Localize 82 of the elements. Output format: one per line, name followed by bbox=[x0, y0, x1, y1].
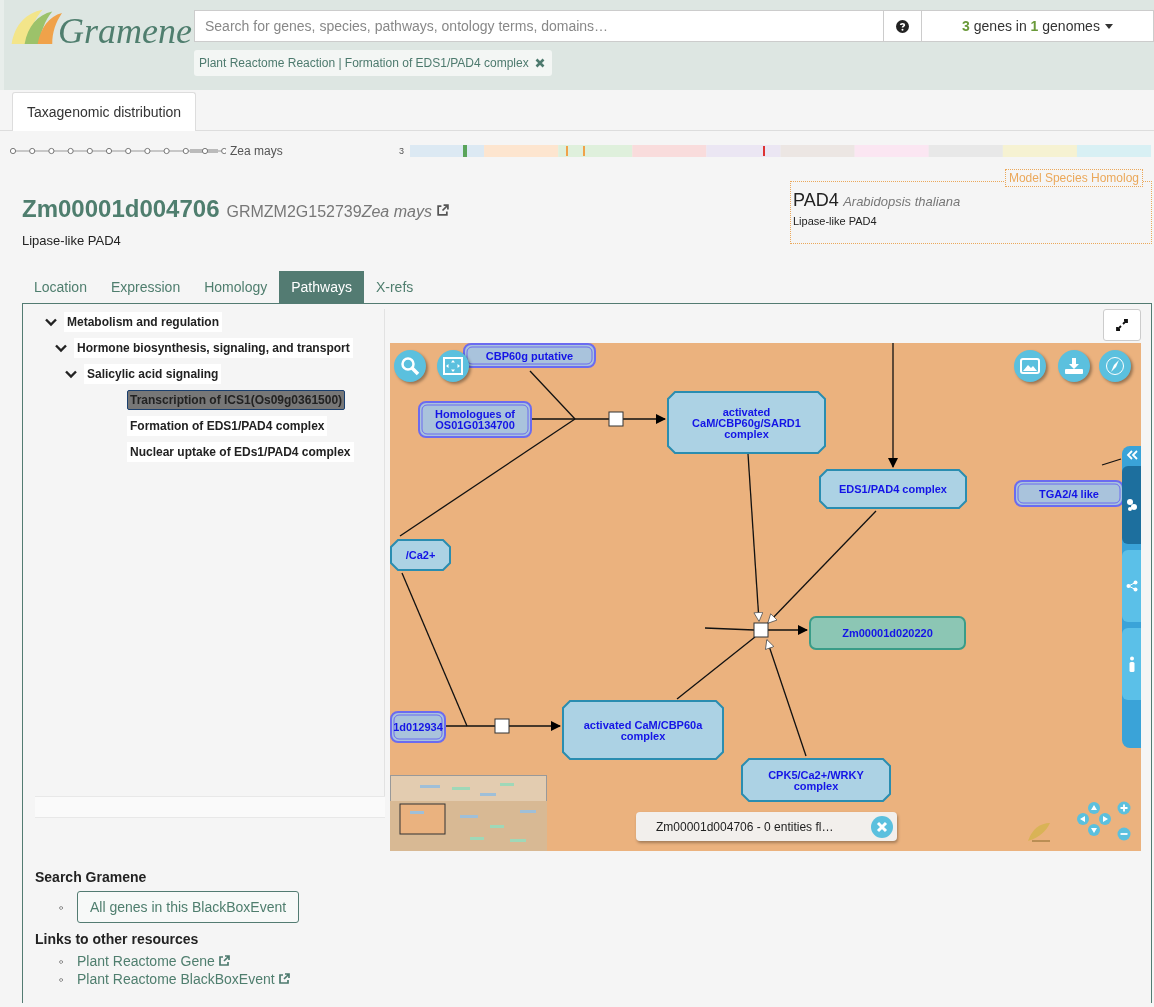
collapse-icon[interactable] bbox=[1125, 450, 1138, 460]
help-icon bbox=[896, 19, 909, 33]
close-icon bbox=[876, 820, 888, 833]
homolog-badge: Model Species Homolog bbox=[1004, 169, 1143, 187]
diagram-node[interactable]: Homologues of OS01G0134700 bbox=[418, 401, 532, 438]
external-link-icon[interactable] bbox=[435, 204, 449, 217]
expand-icon bbox=[1115, 318, 1129, 332]
diagram-node[interactable]: EDS1/PAD4 complex bbox=[819, 469, 967, 509]
genes-dropdown[interactable]: 3 genes in 1 genomes bbox=[922, 10, 1154, 42]
search-genes-button[interactable]: All genes in this BlackBoxEvent bbox=[77, 891, 300, 923]
tab[interactable]: Homology bbox=[192, 271, 280, 303]
species-label: Zea mays bbox=[230, 144, 284, 158]
resource-link[interactable]: Plant Reactome BlackBoxEvent bbox=[77, 971, 275, 987]
info-icon bbox=[1127, 656, 1136, 672]
chevron-icon[interactable] bbox=[65, 369, 77, 379]
molecules-icon bbox=[1125, 497, 1138, 513]
bullet: ◦ bbox=[59, 953, 65, 969]
filter-label: Plant Reactome Reaction | Formation of EDS1/PAD4 complex bbox=[199, 56, 529, 70]
download-icon bbox=[1064, 357, 1084, 375]
fit-screen-icon bbox=[443, 357, 463, 375]
reaction-node[interactable] bbox=[753, 622, 769, 638]
gene-id: Zm00001d004706 bbox=[22, 195, 220, 223]
tab[interactable]: X-refs bbox=[363, 271, 426, 303]
diagram-node[interactable]: 1d012934 bbox=[390, 711, 446, 743]
compass-button[interactable] bbox=[1099, 350, 1131, 382]
fullscreen-button[interactable] bbox=[1103, 309, 1141, 341]
compass-icon bbox=[1105, 356, 1125, 376]
diagram-node[interactable]: activated CaM/CBP60g/SARD1 complex bbox=[667, 391, 826, 454]
fit-screen-button[interactable] bbox=[437, 350, 469, 382]
share-icon bbox=[1125, 580, 1138, 592]
image-icon bbox=[1020, 357, 1040, 375]
homolog-species: Arabidopsis thaliana bbox=[843, 194, 961, 209]
tab[interactable]: Location bbox=[22, 271, 99, 303]
gene-count: 3 bbox=[399, 146, 405, 156]
tree-item[interactable]: Metabolism and regulation bbox=[64, 312, 222, 332]
logo-text[interactable]: Gramene bbox=[58, 10, 192, 52]
reaction-node[interactable] bbox=[608, 411, 624, 427]
tab[interactable]: Taxagenomic distribution bbox=[12, 92, 197, 131]
search-button[interactable] bbox=[394, 350, 426, 382]
reaction-node[interactable] bbox=[494, 718, 510, 734]
leaf-logo-icon bbox=[1026, 821, 1052, 843]
tree-item[interactable]: Hormone biosynthesis, signaling, and transport bbox=[74, 338, 353, 358]
diagram-node[interactable]: TGA2/4 like bbox=[1014, 480, 1124, 507]
homolog-description: Lipase-like PAD4 bbox=[793, 215, 878, 227]
diagram-node[interactable]: Zm00001d020220 bbox=[809, 616, 966, 650]
horizontal-scrollbar[interactable] bbox=[35, 796, 385, 818]
reaction-arrow bbox=[508, 721, 561, 731]
gene-synonym: GRMZM2G152739 bbox=[226, 203, 362, 221]
panel-tab[interactable] bbox=[1122, 466, 1141, 544]
bullet: ◦ bbox=[59, 971, 65, 987]
connector-line bbox=[704, 627, 755, 631]
gene-description: Lipase-like PAD4 bbox=[22, 233, 122, 248]
chevron-icon[interactable] bbox=[45, 317, 57, 327]
tab[interactable]: Pathways bbox=[279, 271, 364, 303]
homolog-name: PAD4 bbox=[793, 190, 839, 210]
search-field[interactable]: Search for genes, species, pathways, ontology terms, domains… bbox=[194, 10, 884, 42]
reaction-arrow bbox=[622, 414, 666, 424]
tab[interactable]: Expression bbox=[98, 271, 193, 303]
section-heading: Links to other resources bbox=[35, 931, 200, 947]
download-button[interactable] bbox=[1058, 350, 1090, 382]
diagram-node[interactable]: CBP60g putative bbox=[463, 343, 596, 368]
bullet: ◦ bbox=[59, 899, 65, 915]
help-button[interactable] bbox=[884, 10, 922, 42]
diagram-node[interactable]: activated CaM/CBP60a complex bbox=[562, 700, 724, 760]
external-link-icon[interactable] bbox=[217, 955, 230, 967]
notification-text: Zm00001d004706 - 0 entities fl… bbox=[656, 819, 834, 834]
tree-item[interactable]: Formation of EDS1/PAD4 complex bbox=[127, 416, 328, 436]
resource-link[interactable]: Plant Reactome Gene bbox=[77, 953, 215, 969]
search-icon bbox=[400, 356, 420, 376]
species-link[interactable]: Zea mays bbox=[361, 203, 432, 221]
chevron-icon[interactable] bbox=[55, 343, 67, 353]
tree-item[interactable]: Salicylic acid signaling bbox=[84, 364, 222, 384]
diagram-node[interactable]: /Ca2+ bbox=[390, 539, 451, 571]
image-export-button[interactable] bbox=[1014, 350, 1046, 382]
caret-icon bbox=[1104, 23, 1113, 29]
section-heading: Search Gramene bbox=[35, 869, 148, 885]
connector-line bbox=[1101, 458, 1122, 466]
external-link-icon[interactable] bbox=[277, 973, 290, 985]
tree-item[interactable]: Transcription of ICS1(Os09g0361500) bbox=[127, 390, 346, 410]
diagram-node[interactable]: CPK5/Ca2+/WRKY complex bbox=[741, 758, 891, 802]
remove-icon[interactable] bbox=[534, 58, 545, 68]
tree-item[interactable]: Nuclear uptake of EDs1/PAD4 complex bbox=[127, 442, 354, 462]
